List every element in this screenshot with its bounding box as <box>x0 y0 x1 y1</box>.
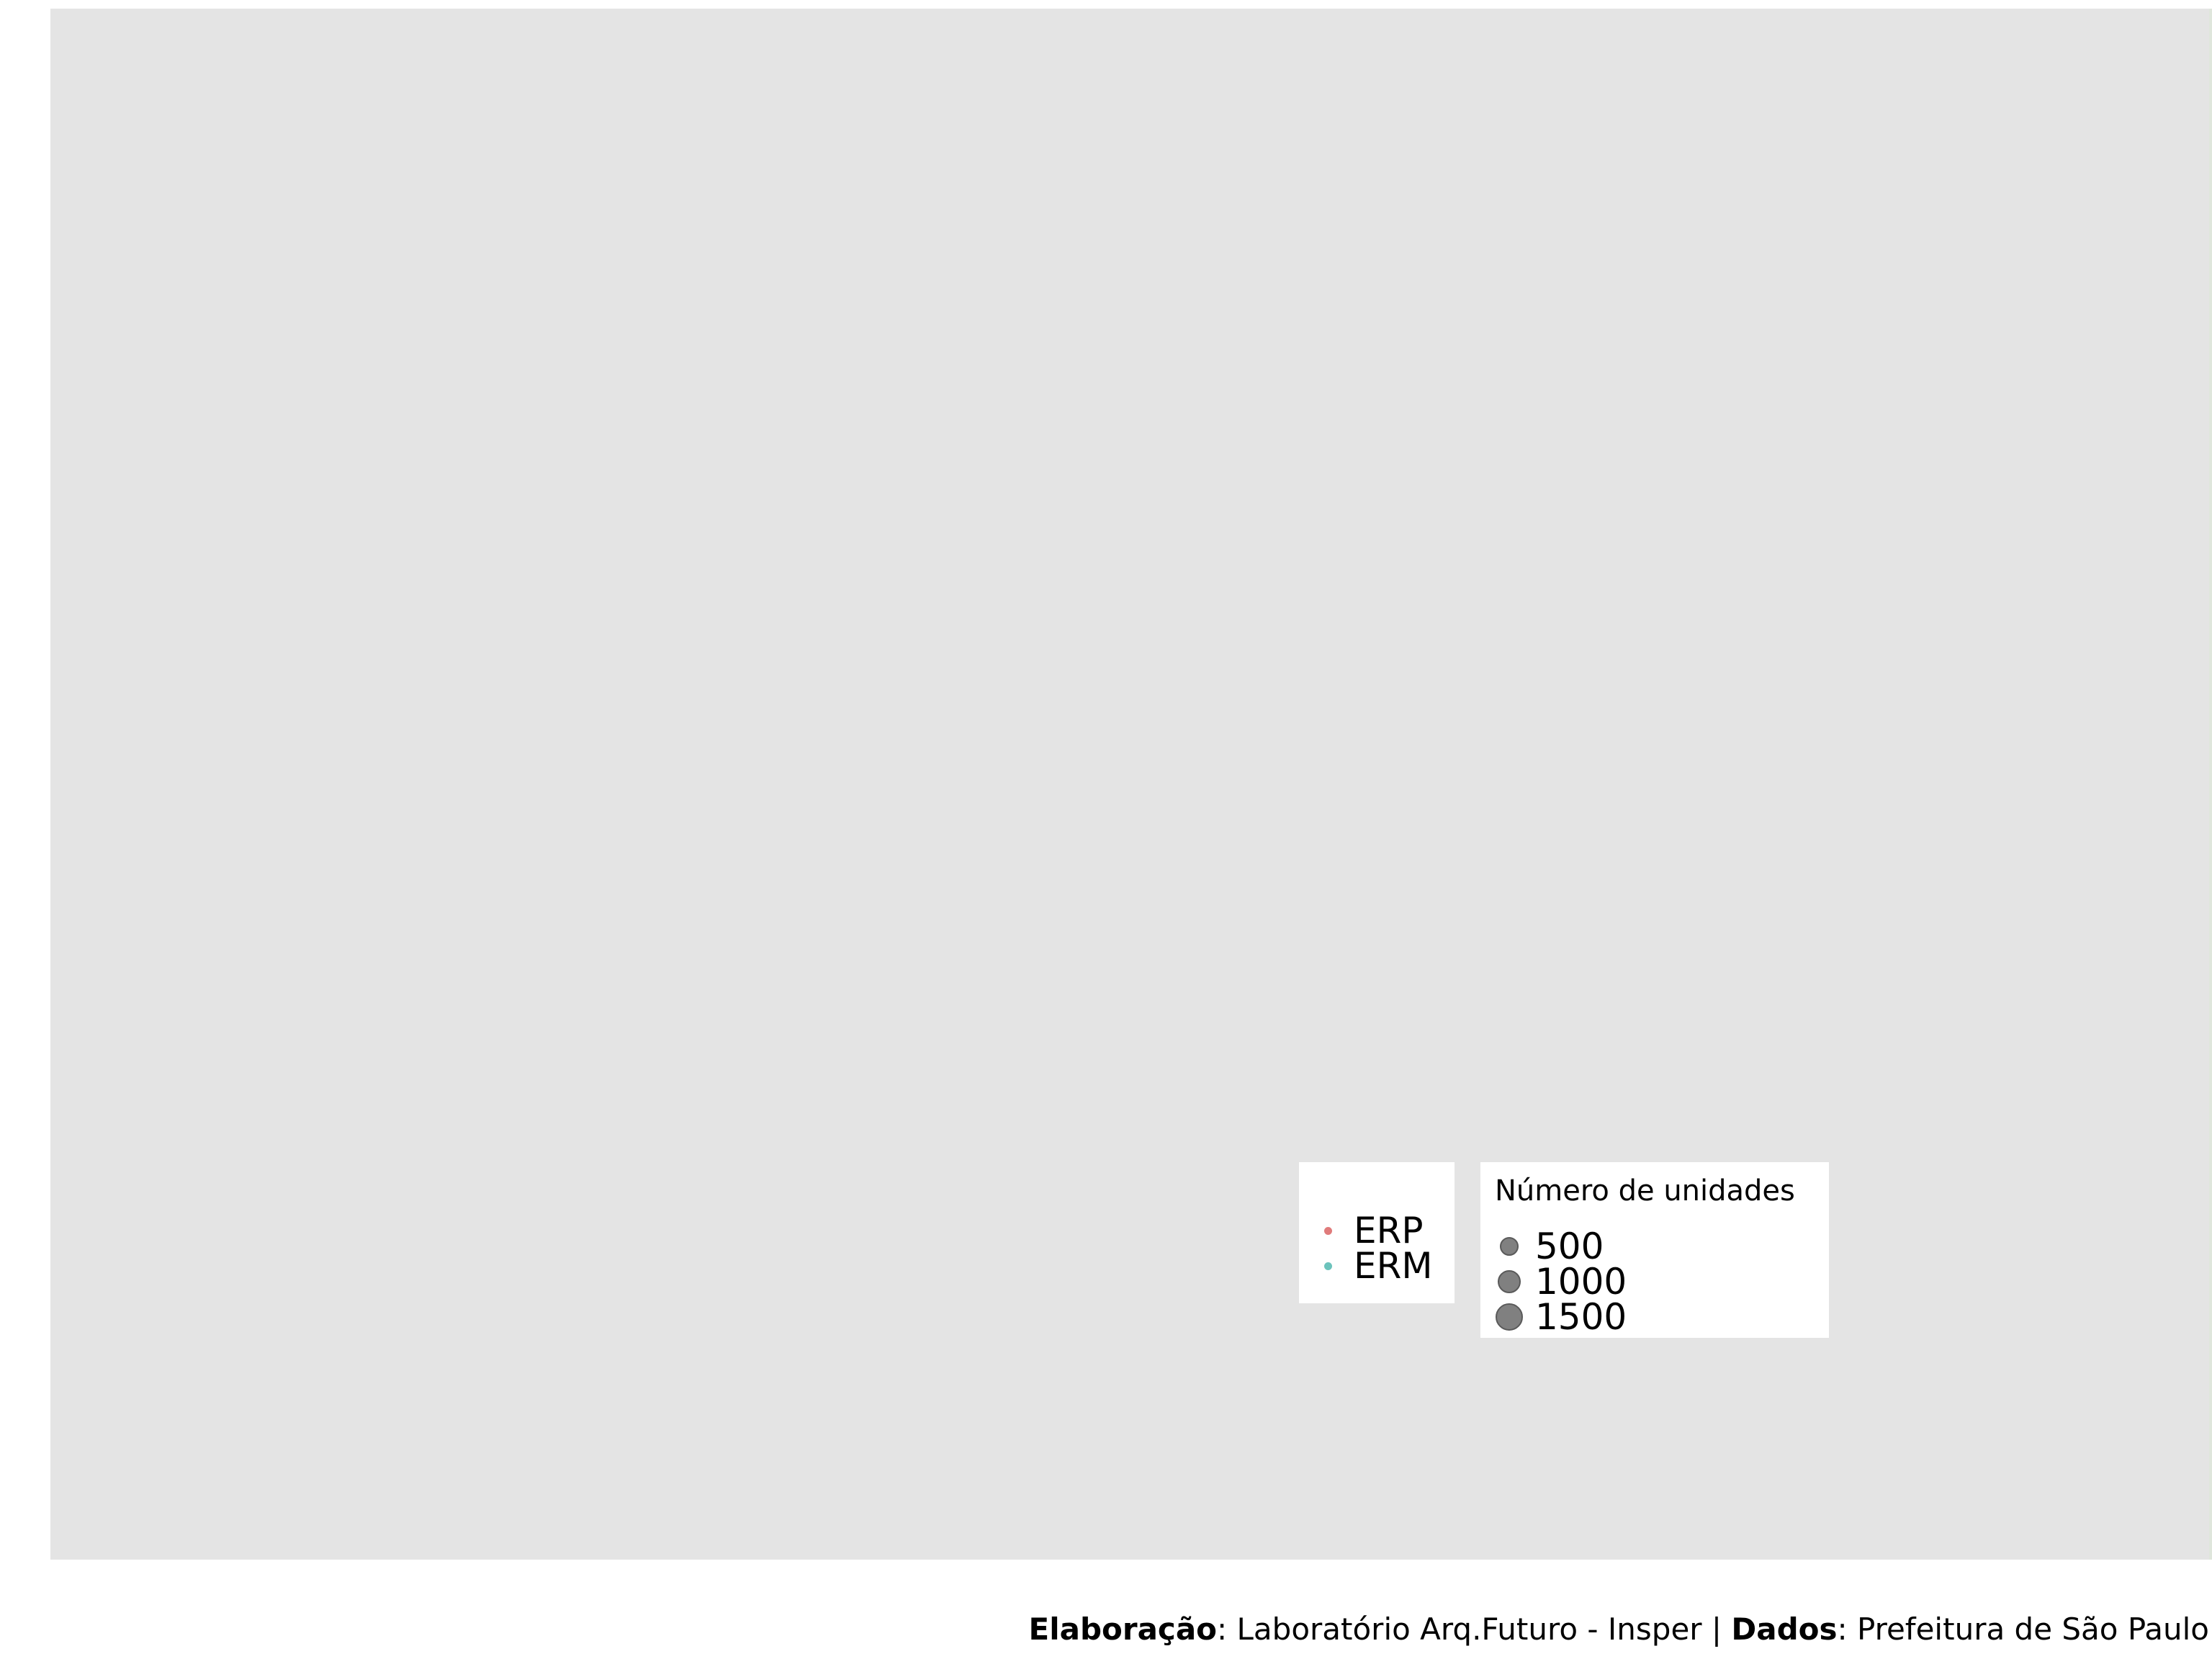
legend-item-1000: 1000 <box>1493 1264 1627 1300</box>
legend-unit-type: ERP ERM <box>1299 1162 1455 1303</box>
legend-label-500: 500 <box>1535 1226 1604 1267</box>
legend-label-erp: ERP <box>1354 1210 1424 1251</box>
legend-dot-erp <box>1323 1226 1332 1235</box>
legend-size-dot-500 <box>1500 1237 1519 1256</box>
legend-swatch <box>1493 1301 1525 1333</box>
legend-unit-count: Número de unidades 500 1000 1500 <box>1480 1162 1829 1338</box>
legend-swatch <box>1312 1250 1344 1282</box>
caption-dados-label: Dados <box>1731 1611 1838 1647</box>
legend-item-1500: 1500 <box>1493 1299 1627 1335</box>
map-panel-edge <box>2209 9 2212 1560</box>
caption-elaboracao-value: : Laboratório Arq.Futuro - Insper | <box>1217 1611 1732 1647</box>
legend-item-erm: ERM <box>1312 1248 1432 1284</box>
caption-dados-value: : Prefeitura de São Paulo <box>1837 1611 2209 1647</box>
caption-elaboracao-label: Elaboração <box>1028 1611 1218 1647</box>
legend-label-erm: ERM <box>1354 1245 1433 1287</box>
legend-dot-erm <box>1323 1262 1332 1270</box>
legend-size-dot-1000 <box>1498 1270 1521 1293</box>
legend-item-erp: ERP <box>1312 1213 1423 1249</box>
legend-title: Número de unidades <box>1495 1174 1795 1208</box>
figure-canvas: ERP ERM Número de unidades 500 1000 1500… <box>0 0 2212 1659</box>
legend-swatch <box>1493 1266 1525 1298</box>
legend-item-500: 500 <box>1493 1228 1604 1264</box>
legend-size-dot-1500 <box>1496 1303 1523 1331</box>
legend-label-1500: 1500 <box>1535 1296 1627 1338</box>
legend-swatch <box>1493 1231 1525 1262</box>
legend-label-1000: 1000 <box>1535 1261 1627 1303</box>
map-panel <box>50 9 2211 1560</box>
source-caption: Elaboração: Laboratório Arq.Futuro - Ins… <box>1029 1611 2209 1647</box>
legend-swatch <box>1312 1215 1344 1246</box>
